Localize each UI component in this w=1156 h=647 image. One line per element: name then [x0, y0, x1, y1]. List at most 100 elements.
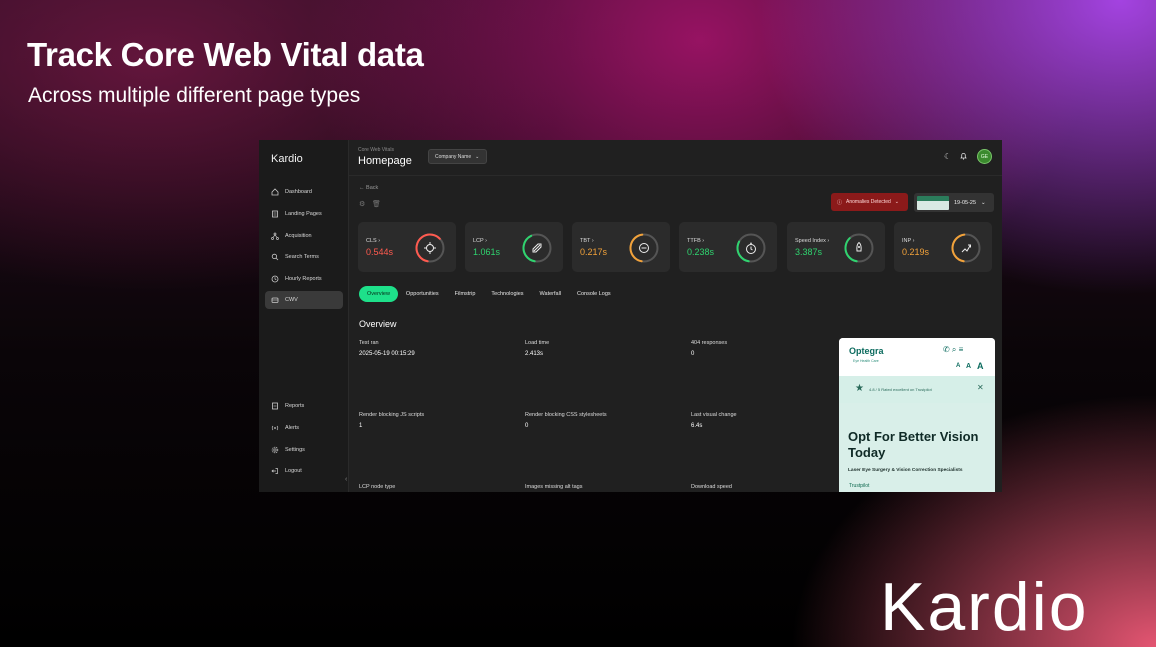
date-select[interactable]: 19-05-25 ⌄	[914, 193, 994, 212]
preview-rating: 4.8 / 5 Rated excellent on Trustpilot	[869, 387, 932, 392]
preview-logo-sub: Eye Health Care	[853, 359, 879, 363]
company-select-label: Company Name	[435, 153, 472, 160]
chevron-down-icon: ⌄	[475, 153, 480, 160]
tab-overview[interactable]: Overview	[359, 286, 398, 302]
sidebar-item-dashboard[interactable]: Dashboard	[265, 183, 343, 201]
sidebar-item-label: Hourly Reports	[285, 276, 322, 282]
sidebar-item-label: Settings	[285, 447, 305, 453]
close-icon: ✕	[977, 383, 984, 392]
chevron-down-icon: ⌄	[894, 199, 899, 205]
main-content: Core Web Vitals Homepage Company Name ⌄ …	[349, 140, 1002, 492]
preview-nav-icons: ✆ ⌕ ≡	[943, 345, 964, 354]
metric-value: 0.238s	[687, 247, 715, 257]
field-label: LCP node type	[359, 484, 396, 490]
metric-value: 3.387s	[795, 247, 823, 257]
sidebar-item-settings[interactable]: Settings	[265, 441, 343, 459]
brand-logo: Kardio	[880, 569, 1089, 645]
field-value: 2.413s	[525, 351, 544, 357]
metric-card-speed-index[interactable]: Speed Index › 3.387s	[787, 222, 885, 272]
sidebar-collapse-icon[interactable]: ‹	[345, 476, 347, 483]
field-label: Render blocking CSS stylesheets	[525, 412, 607, 418]
hero-subtitle: Across multiple different page types	[28, 84, 361, 107]
broadcast-icon	[271, 424, 279, 432]
report-icon	[271, 402, 279, 410]
metric-value: 0.219s	[902, 247, 930, 257]
sidebar-item-hourly-reports[interactable]: Hourly Reports	[265, 270, 343, 288]
avatar[interactable]: GE	[977, 149, 992, 164]
moon-icon[interactable]: ☾	[944, 152, 951, 161]
preview-trust: Trustpilot	[849, 483, 870, 489]
metric-card-inp[interactable]: INP › 0.219s	[894, 222, 992, 272]
star-icon: ★	[855, 383, 864, 394]
metric-value: 0.217s	[580, 247, 608, 257]
field-label: Render blocking JS scripts	[359, 412, 425, 418]
network-icon	[271, 232, 279, 240]
timer-icon	[736, 233, 766, 263]
tab-opportunities[interactable]: Opportunities	[398, 286, 447, 302]
tab-waterfall[interactable]: Waterfall	[532, 286, 570, 302]
alert-icon: ⓘ	[837, 199, 843, 206]
tab-filmstrip[interactable]: Filmstrip	[447, 286, 484, 302]
preview-tagline: Laser Eye Surgery & Vision Correction Sp…	[848, 468, 963, 473]
tab-console-logs[interactable]: Console Logs	[569, 286, 619, 302]
sidebar-item-label: Alerts	[285, 425, 300, 431]
metric-card-lcp[interactable]: LCP › 1.061s	[465, 222, 563, 272]
rocket-launch-icon	[844, 233, 874, 263]
back-link[interactable]: ← Back	[359, 185, 378, 191]
metric-label: Speed Index ›	[795, 238, 830, 244]
field-label: Last visual change	[691, 412, 737, 418]
breadcrumb: Core Web Vitals	[358, 147, 394, 153]
field-label: Test ran	[359, 340, 379, 346]
field-value: 0	[525, 423, 529, 429]
sidebar-item-alerts[interactable]: Alerts	[265, 419, 343, 437]
preview-headline: Opt For Better Vision Today	[848, 429, 979, 460]
logout-icon	[271, 467, 279, 475]
metric-card-tbt[interactable]: TBT › 0.217s	[572, 222, 670, 272]
bell-icon[interactable]	[960, 152, 967, 162]
trash-icon[interactable]: 🗑	[372, 200, 381, 208]
metric-label: TTFB ›	[687, 238, 705, 244]
metric-label: CLS ›	[366, 238, 381, 244]
page-preview: Optegra Eye Health Care ✆ ⌕ ≡ A A A ★ 4.…	[839, 338, 995, 492]
field-label: Images missing alt tags	[525, 484, 583, 490]
sidebar: Kardio Dashboard Landing Pages Acquisiti…	[259, 140, 349, 492]
field-value: 0	[691, 351, 695, 357]
field-value: 6.4s	[691, 423, 703, 429]
preview-logo: Optegra	[849, 346, 884, 356]
tab-bar: Overview Opportunities Filmstrip Technol…	[359, 286, 619, 302]
sidebar-item-logout[interactable]: Logout	[265, 462, 343, 480]
field-label: Load time	[525, 340, 550, 346]
topbar: Core Web Vitals Homepage Company Name ⌄ …	[349, 140, 1002, 176]
search-icon	[271, 253, 279, 261]
sidebar-item-label: Dashboard	[285, 189, 312, 195]
company-select[interactable]: Company Name ⌄	[428, 149, 487, 164]
sidebar-item-acquisition[interactable]: Acquisition	[265, 227, 343, 245]
sidebar-item-landing-pages[interactable]: Landing Pages	[265, 205, 343, 223]
sidebar-item-reports[interactable]: Reports	[265, 397, 343, 415]
sidebar-item-label: Logout	[285, 468, 302, 474]
field-label: 404 responses	[691, 340, 728, 346]
crosshair-icon	[415, 233, 445, 263]
page-icon	[271, 210, 279, 218]
app-logo: Kardio	[271, 153, 303, 165]
metric-value: 1.061s	[473, 247, 501, 257]
field-value: 1	[359, 423, 363, 429]
chevron-down-icon: ⌄	[981, 199, 986, 206]
sidebar-item-cwv[interactable]: CWV	[265, 291, 343, 309]
sidebar-item-label: Search Terms	[285, 254, 319, 260]
page-title: Homepage	[358, 155, 412, 167]
metric-card-cls[interactable]: CLS › 0.544s	[358, 222, 456, 272]
metric-card-ttfb[interactable]: TTFB › 0.238s	[679, 222, 777, 272]
sidebar-item-search-terms[interactable]: Search Terms	[265, 248, 343, 266]
tab-technologies[interactable]: Technologies	[483, 286, 531, 302]
gear-icon	[271, 446, 279, 454]
settings-small-icon[interactable]: ⚙	[359, 200, 365, 208]
anomalies-button[interactable]: ⓘ Anomalies Detected ⌄	[831, 193, 908, 211]
gauge-icon	[271, 296, 279, 304]
hero-title: Track Core Web Vital data	[27, 36, 424, 73]
metric-label: LCP ›	[473, 238, 487, 244]
clock-icon	[271, 275, 279, 283]
pointer-icon	[951, 233, 981, 263]
anomalies-label: Anomalies Detected	[846, 199, 891, 205]
section-title: Overview	[359, 319, 397, 329]
